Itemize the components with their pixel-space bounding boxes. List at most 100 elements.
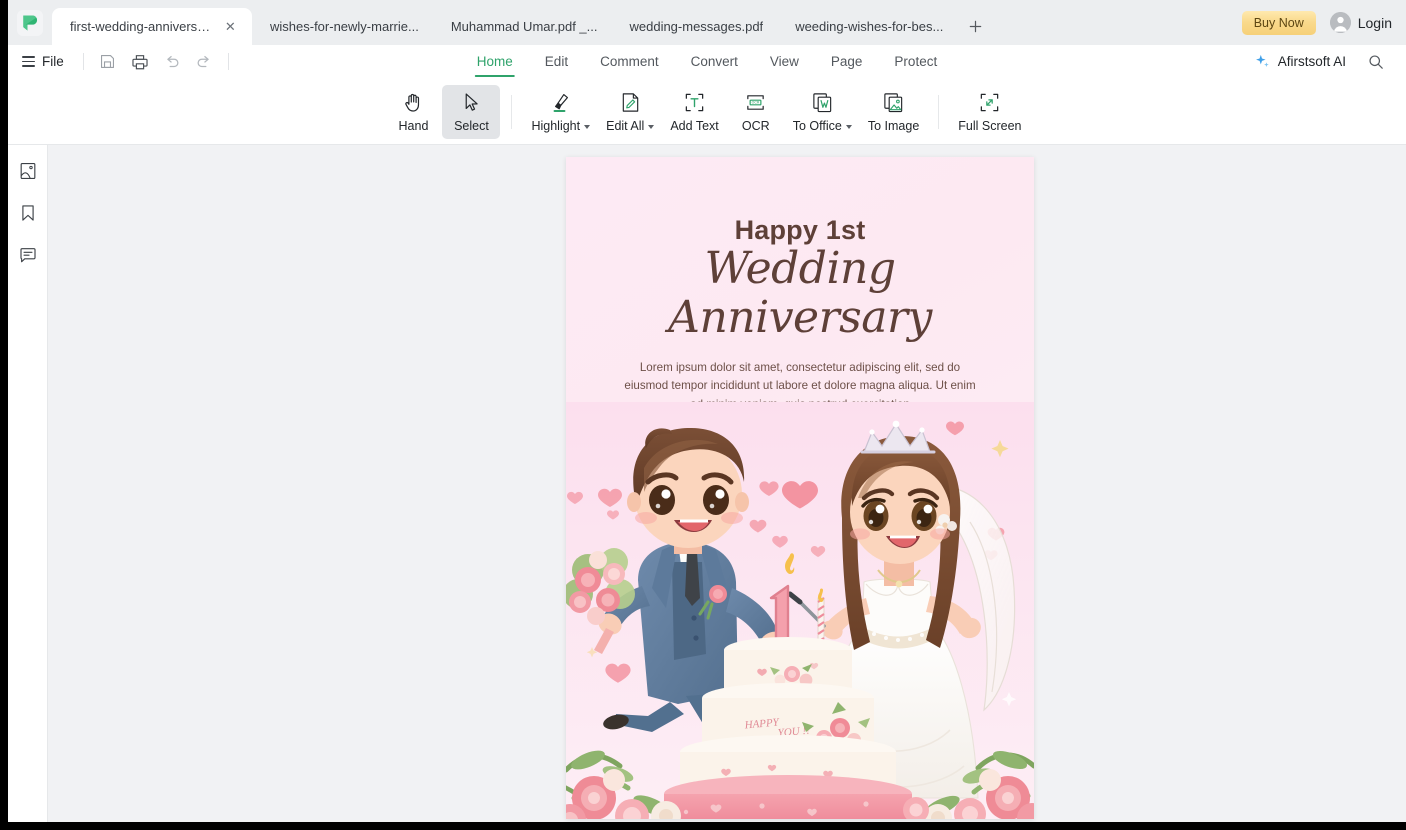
tab-item[interactable]: wishes-for-newly-marrie... xyxy=(252,8,433,45)
chevron-down-icon[interactable] xyxy=(845,124,852,129)
hand-icon xyxy=(402,91,425,115)
file-menu-button[interactable]: File xyxy=(8,54,75,69)
tool-select[interactable]: Select xyxy=(442,84,501,139)
ribbon-tab-label: Home xyxy=(476,54,513,69)
login-label: Login xyxy=(1357,14,1392,31)
tool-label-text: Highlight xyxy=(531,118,581,133)
undo-icon xyxy=(166,55,179,67)
afirstsoft-ai-button[interactable]: Afirstsoft AI xyxy=(1254,53,1346,70)
tab-item[interactable]: wedding-messages.pdf xyxy=(611,8,777,45)
tool-highlight[interactable]: Highlight xyxy=(523,85,598,139)
document-script-heading: Wedding Anniversary xyxy=(668,243,932,344)
tab-label: weeding-wishes-for-bes... xyxy=(795,19,944,34)
ribbon-tabs: Home Edit Comment Convert View Page Prot… xyxy=(461,45,953,79)
sidebar-item-bookmarks[interactable] xyxy=(14,199,42,227)
sidebar-item-comments[interactable] xyxy=(14,241,42,269)
tool-label: OCR xyxy=(741,118,770,133)
tool-to-image[interactable]: To Image xyxy=(860,85,927,139)
menu-bar-right: Afirstsoft AI xyxy=(1254,49,1392,75)
ribbon-tab-convert[interactable]: Convert xyxy=(675,45,754,79)
tool-full-screen[interactable]: Full Screen xyxy=(950,85,1029,139)
ribbon-tab-label: View xyxy=(769,54,799,69)
tab-label: Muhammad Umar.pdf _... xyxy=(450,19,598,34)
tool-add-text[interactable]: Add Text xyxy=(662,85,726,139)
tab-item[interactable]: Muhammad Umar.pdf _... xyxy=(433,8,612,45)
to-office-icon xyxy=(811,91,834,115)
tool-label: To Image xyxy=(867,118,920,133)
document-canvas[interactable]: Happy 1st Wedding Anniversary Lorem ipsu… xyxy=(48,145,1406,822)
edit-page-icon xyxy=(619,91,642,115)
divider xyxy=(938,94,940,129)
save-icon xyxy=(101,54,115,69)
to-image-icon xyxy=(882,91,905,115)
workspace: Happy 1st Wedding Anniversary Lorem ipsu… xyxy=(8,145,1406,822)
ribbon-tab-page[interactable]: Page xyxy=(815,45,879,79)
ocr-icon: OCR xyxy=(744,91,767,115)
tab-bar: first-wedding-anniversar... ✕ wishes-for… xyxy=(8,0,1406,45)
tab-bar-right-actions: Buy Now Login xyxy=(1241,0,1406,45)
buy-now-button[interactable]: Buy Now xyxy=(1241,10,1316,35)
ribbon-tab-label: Protect xyxy=(894,54,938,69)
login-button[interactable]: Login xyxy=(1329,12,1392,33)
search-icon xyxy=(1369,54,1383,69)
file-menu-label: File xyxy=(42,54,64,69)
print-button[interactable] xyxy=(124,49,156,75)
search-button[interactable] xyxy=(1360,49,1392,75)
ribbon-tab-view[interactable]: View xyxy=(754,45,815,79)
tool-label: To Office xyxy=(793,119,852,133)
tool-label: Highlight xyxy=(531,118,591,133)
document-header: Happy 1st Wedding Anniversary xyxy=(566,157,1034,343)
tab-list: first-wedding-anniversar... ✕ wishes-for… xyxy=(52,0,993,45)
menu-bar: File Home Edit Comment Convert View Page… xyxy=(8,45,1406,79)
sidebar-item-thumbnails[interactable] xyxy=(14,157,42,185)
main-toolbar: Hand Select Highlight Edit All Add Text … xyxy=(8,79,1406,145)
tool-label: Full Screen xyxy=(958,118,1022,133)
pdf-page[interactable]: Happy 1st Wedding Anniversary Lorem ipsu… xyxy=(566,157,1034,819)
redo-icon xyxy=(197,55,209,67)
new-tab-button[interactable] xyxy=(957,8,993,45)
tool-label-text: Edit All xyxy=(606,118,645,133)
ribbon-tab-label: Comment xyxy=(600,54,659,69)
divider xyxy=(511,94,513,129)
print-icon xyxy=(132,54,148,69)
tool-hand[interactable]: Hand xyxy=(384,85,442,139)
chevron-down-icon[interactable] xyxy=(584,124,591,129)
afirstsoft-logo-icon xyxy=(23,15,38,30)
full-screen-icon xyxy=(978,91,1001,115)
save-button[interactable] xyxy=(92,49,124,75)
ribbon-tab-edit[interactable]: Edit xyxy=(529,45,584,79)
chevron-down-icon[interactable] xyxy=(648,124,655,129)
tool-label: Edit All xyxy=(606,118,655,133)
tool-ocr[interactable]: OCR OCR xyxy=(727,85,785,139)
highlighter-icon xyxy=(549,91,573,115)
divider xyxy=(82,53,84,70)
svg-text:OCR: OCR xyxy=(752,101,760,105)
tool-to-office[interactable]: To Office xyxy=(785,85,860,139)
ai-label: Afirstsoft AI xyxy=(1277,54,1346,69)
ribbon-tab-label: Page xyxy=(830,54,863,69)
undo-button[interactable] xyxy=(156,49,188,75)
tool-label: Add Text xyxy=(670,118,719,133)
tab-label: first-wedding-anniversar... xyxy=(70,19,213,34)
hamburger-icon xyxy=(22,56,35,67)
add-text-icon xyxy=(683,91,706,115)
tool-edit-all[interactable]: Edit All xyxy=(598,85,662,139)
ribbon-tab-label: Edit xyxy=(544,54,569,69)
tool-label: Hand xyxy=(398,118,429,133)
tab-item[interactable]: first-wedding-anniversar... ✕ xyxy=(52,8,252,45)
ribbon-tab-home[interactable]: Home xyxy=(461,45,529,79)
tab-close-icon[interactable]: ✕ xyxy=(223,19,238,35)
divider xyxy=(227,53,229,70)
ribbon-tab-comment[interactable]: Comment xyxy=(584,45,675,79)
document-heading: Happy 1st xyxy=(734,215,866,245)
app-logo xyxy=(8,0,52,45)
ribbon-tab-label: Convert xyxy=(690,54,738,69)
application-window: first-wedding-anniversar... ✕ wishes-for… xyxy=(8,0,1406,822)
bookmark-icon xyxy=(21,205,34,221)
tab-label: wedding-messages.pdf xyxy=(629,19,764,34)
avatar-icon xyxy=(1329,12,1351,33)
tab-item[interactable]: weeding-wishes-for-bes... xyxy=(777,8,957,45)
ribbon-tab-protect[interactable]: Protect xyxy=(878,45,953,79)
tool-label: Select xyxy=(454,118,489,133)
redo-button[interactable] xyxy=(188,49,220,75)
